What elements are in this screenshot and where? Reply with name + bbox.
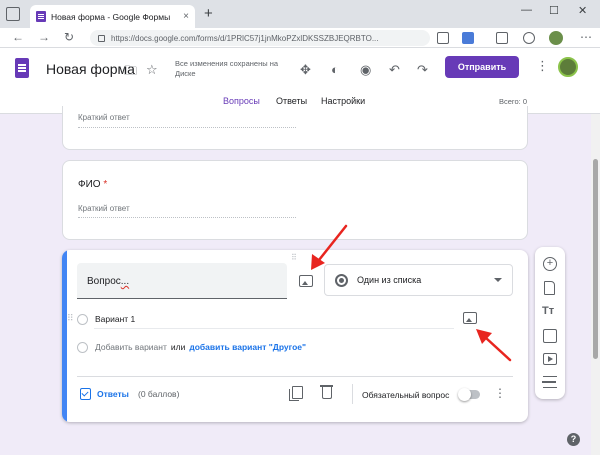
form-name[interactable]: Новая форма [46, 61, 135, 77]
tab-questions[interactable]: Вопросы [223, 96, 260, 106]
side-toolbar: + Tт [535, 247, 565, 399]
add-option-radio-icon [77, 342, 88, 353]
question-more-icon[interactable]: ⋮ [494, 386, 506, 400]
url-text: https://docs.google.com/forms/d/1PRlC57j… [111, 33, 379, 43]
add-section-icon[interactable] [542, 376, 557, 388]
read-aloud-icon[interactable] [437, 32, 449, 44]
addons-icon[interactable]: ✥ [300, 62, 311, 78]
question-title-input[interactable]: Вопрос... [77, 263, 287, 299]
required-asterisk: * [100, 179, 108, 190]
add-other-link[interactable]: добавить вариант "Другое" [189, 342, 306, 352]
short-answer-placeholder: Краткий ответ [78, 113, 130, 122]
add-image-option-icon[interactable] [463, 312, 477, 324]
question-title: ФИО * [78, 179, 108, 190]
redo-icon[interactable]: ↷ [417, 62, 428, 78]
tab-title: Новая форма - Google Формы [51, 11, 171, 22]
delete-icon[interactable] [320, 385, 333, 399]
forms-header: Новая форма 🗀 ☆ Все изменения сохранены … [0, 48, 600, 114]
more-options-icon[interactable]: ⋮ [536, 58, 549, 74]
browser-profile-avatar[interactable] [549, 31, 563, 45]
scrollbar-thumb[interactable] [593, 159, 598, 359]
lock-icon [98, 34, 105, 42]
add-image-icon[interactable] [543, 329, 557, 343]
add-image-question-icon[interactable] [299, 275, 313, 287]
tab-close-icon[interactable]: × [183, 11, 189, 22]
add-option-row: Добавить вариант или добавить вариант "Дру… [95, 342, 306, 352]
help-icon[interactable]: ? [567, 433, 580, 446]
star-icon[interactable]: ☆ [146, 62, 158, 78]
import-questions-icon[interactable] [544, 281, 555, 295]
duplicate-icon[interactable] [289, 386, 303, 401]
question-type-label: Один из списка [357, 275, 422, 285]
browser-menu-icon[interactable]: ⋯ [580, 30, 592, 44]
save-status: Все изменения сохранены на Диске [175, 59, 279, 78]
focus-indicator [62, 250, 67, 422]
answer-line [78, 217, 296, 218]
tab-settings[interactable]: Настройки [321, 96, 365, 106]
back-button[interactable]: ← [12, 30, 24, 44]
user-avatar[interactable] [558, 57, 578, 77]
forms-favicon-icon [36, 11, 46, 22]
answer-key-button[interactable]: Ответы [80, 388, 129, 400]
close-window-icon[interactable]: ✕ [578, 4, 587, 17]
card-footer-divider [77, 376, 513, 377]
radio-type-icon [335, 274, 348, 287]
undo-icon[interactable]: ↶ [389, 62, 400, 78]
answer-line [78, 127, 296, 128]
preview-eye-icon[interactable]: ◉ [360, 62, 371, 78]
browser-tab-active[interactable]: Новая форма - Google Формы × [30, 5, 195, 28]
add-title-icon[interactable]: Tт [542, 305, 556, 319]
short-answer-placeholder: Краткий ответ [78, 204, 130, 213]
forms-logo-icon[interactable] [15, 58, 29, 78]
dropdown-arrow-icon [494, 278, 502, 282]
option-drag-handle-icon[interactable]: ⠿ [67, 313, 74, 324]
favorites-icon[interactable] [496, 32, 508, 44]
tab-responses[interactable]: Ответы [276, 96, 307, 106]
reload-button[interactable]: ↻ [64, 30, 74, 44]
browser-tab-bar: Новая форма - Google Формы × + — ☐ ✕ [0, 0, 600, 28]
question-card-active[interactable]: ⠿ Вопрос... Один из списка ⠿ Вариант 1 Д… [62, 250, 528, 422]
drag-handle-icon[interactable]: ⠿ [291, 253, 298, 262]
send-button[interactable]: Отправить [445, 56, 519, 78]
minimize-icon[interactable]: — [521, 4, 532, 16]
tab-actions-icon[interactable] [6, 7, 20, 21]
translate-icon[interactable] [462, 32, 474, 44]
extensions-icon[interactable] [523, 32, 535, 44]
required-toggle[interactable] [458, 387, 480, 401]
points-label: (0 баллов) [138, 389, 180, 399]
question-card-previous[interactable]: Краткий ответ [62, 106, 528, 150]
page-scrollbar[interactable] [591, 114, 600, 455]
answer-key-icon [80, 388, 91, 400]
maximize-icon[interactable]: ☐ [549, 4, 559, 17]
footer-separator [352, 384, 353, 404]
option-underline [94, 328, 454, 329]
or-text: или [170, 342, 186, 352]
total-score: Всего: 0 [499, 97, 528, 106]
folder-icon[interactable]: 🗀 [124, 62, 137, 84]
forward-button[interactable]: → [38, 30, 50, 44]
address-bar[interactable]: https://docs.google.com/forms/d/1PRlC57j… [90, 30, 430, 46]
question-type-select[interactable]: Один из списка [324, 264, 513, 296]
browser-toolbar: ← → ↻ https://docs.google.com/forms/d/1P… [0, 28, 600, 48]
option-radio-icon [77, 314, 88, 325]
option-1-input[interactable]: Вариант 1 [95, 314, 135, 324]
add-option-link[interactable]: Добавить вариант [95, 342, 167, 352]
palette-icon[interactable]: ◐ [331, 62, 339, 77]
new-tab-button[interactable]: + [204, 5, 213, 22]
add-question-icon[interactable]: + [543, 257, 557, 271]
question-card-fio[interactable]: ФИО * Краткий ответ [62, 160, 528, 240]
required-label: Обязательный вопрос [362, 390, 450, 400]
add-video-icon[interactable] [543, 353, 557, 365]
